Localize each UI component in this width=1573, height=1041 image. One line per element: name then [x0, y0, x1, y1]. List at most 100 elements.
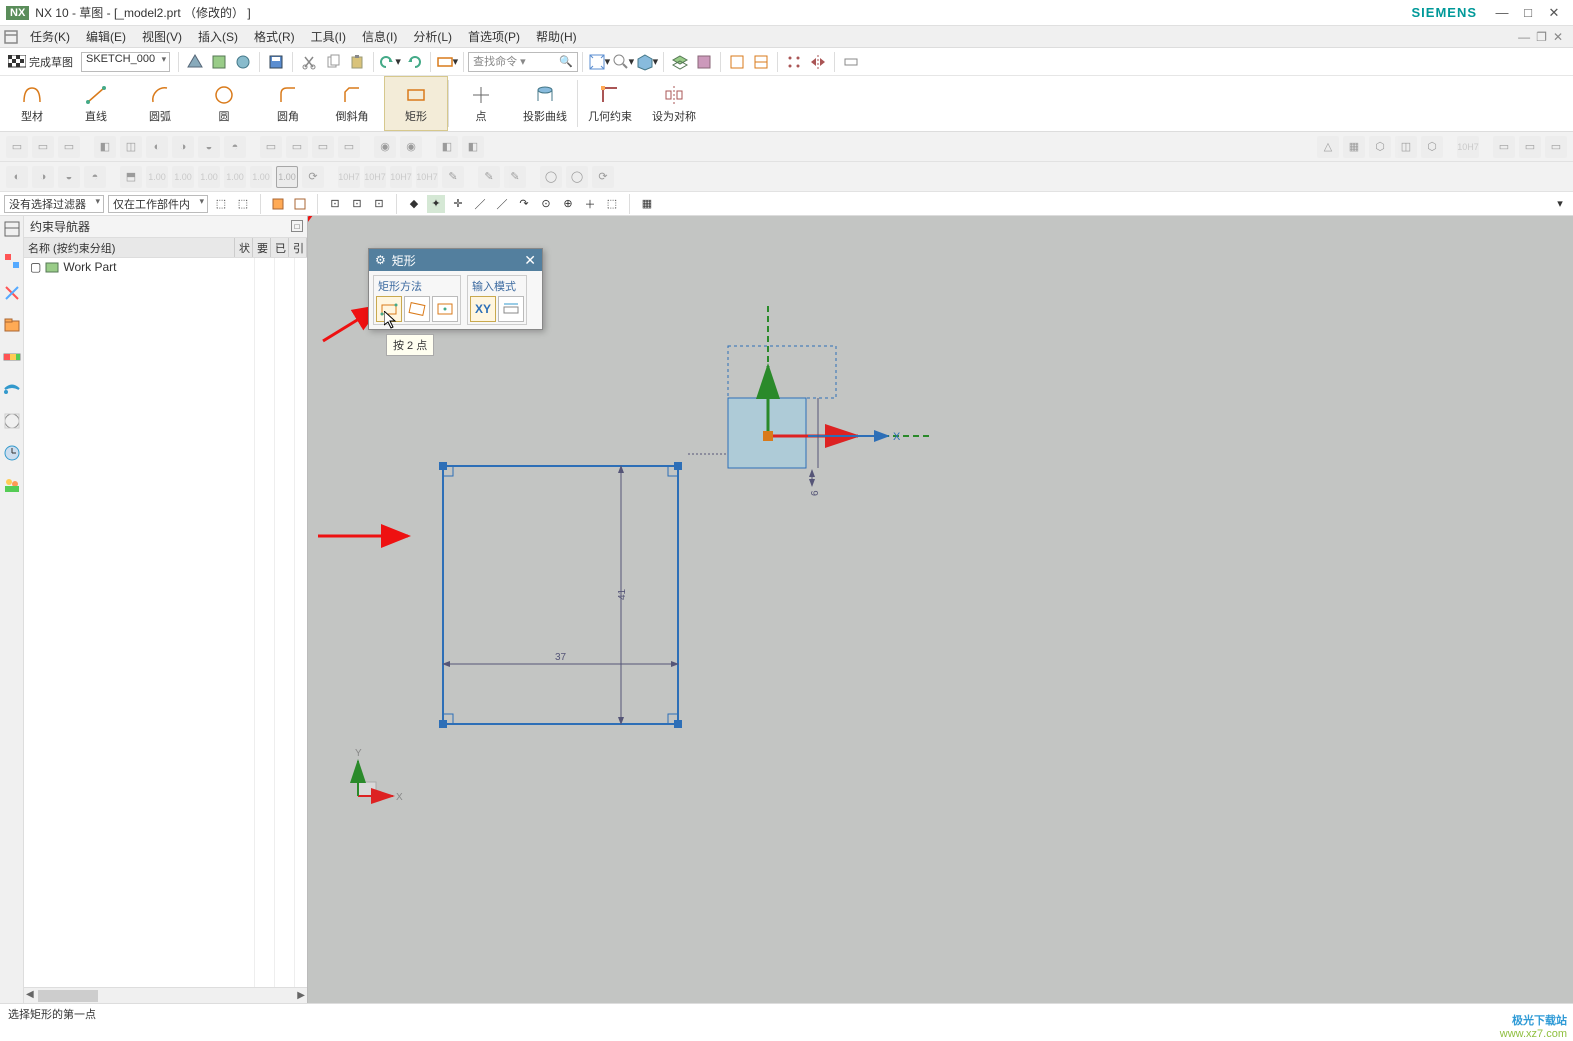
- svg-text:X: X: [893, 431, 901, 443]
- menu-edit[interactable]: 编辑(E): [78, 28, 134, 45]
- tree-root-label: Work Part: [63, 260, 116, 274]
- collapse-icon[interactable]: ▢: [30, 260, 41, 274]
- ribbon-circle[interactable]: 圆: [192, 76, 256, 131]
- navigator-toggle-icon[interactable]: [4, 30, 18, 44]
- snap-point-4[interactable]: ／: [471, 195, 489, 213]
- ribbon-rectangle[interactable]: 矩形: [384, 76, 448, 131]
- command-search-input[interactable]: 查找命令 🔍▾: [468, 52, 578, 72]
- history-icon[interactable]: [3, 412, 21, 430]
- roles-icon[interactable]: [3, 476, 21, 494]
- options-dropdown[interactable]: ▾: [1551, 195, 1569, 213]
- ribbon-point[interactable]: 点: [449, 76, 513, 131]
- disabled-toolbar-2: ◐◑◒◓ ⬒ 1.00 1.00 1.00 1.00 1.00 1.00 ⟳ 1…: [0, 162, 1573, 192]
- menu-view[interactable]: 视图(V): [134, 28, 190, 45]
- finish-sketch-button[interactable]: 完成草图: [4, 54, 77, 70]
- filter-btn-2[interactable]: ⬚: [234, 195, 252, 213]
- wcs-triad: X Y: [355, 748, 403, 803]
- time-icon[interactable]: [3, 444, 21, 462]
- more-button-1[interactable]: [750, 51, 772, 73]
- menu-analyze[interactable]: 分析(L): [405, 28, 460, 45]
- mdi-minimize-button[interactable]: —: [1518, 30, 1536, 44]
- orient-view-button[interactable]: [184, 51, 206, 73]
- snap-point-7[interactable]: ⊙: [537, 195, 555, 213]
- snap-point-2[interactable]: ✦: [427, 195, 445, 213]
- zoom-button[interactable]: ▾: [612, 51, 634, 73]
- col-req[interactable]: 要: [253, 238, 271, 257]
- save-button[interactable]: [265, 51, 287, 73]
- snap-point-5[interactable]: ／: [493, 195, 511, 213]
- ribbon-chamfer[interactable]: 倒斜角: [320, 76, 384, 131]
- rectangle-icon: [405, 84, 427, 106]
- ribbon-line[interactable]: 直线: [64, 76, 128, 131]
- snap-point-3[interactable]: ✛: [449, 195, 467, 213]
- tree-root-row[interactable]: ▢ Work Part: [24, 258, 307, 276]
- selection-filter-dropdown[interactable]: 没有选择过滤器: [4, 195, 104, 213]
- assembly-navigator-icon[interactable]: [3, 252, 21, 270]
- ribbon-geometric-constraint[interactable]: 几何约束: [578, 76, 642, 131]
- col-ref[interactable]: 引: [289, 238, 307, 257]
- mirror-button[interactable]: [807, 51, 829, 73]
- snap-point-10[interactable]: ⬚: [603, 195, 621, 213]
- menu-info[interactable]: 信息(I): [354, 28, 405, 45]
- col-status[interactable]: 状: [235, 238, 253, 257]
- snap-point-1[interactable]: ◆: [405, 195, 423, 213]
- sketch-svg: X 6: [308, 216, 1568, 1003]
- fit-view-button[interactable]: ▾: [588, 51, 610, 73]
- window-minimize-button[interactable]: —: [1489, 4, 1515, 22]
- sketch-rectangle[interactable]: [443, 466, 678, 724]
- selection-scope-dropdown[interactable]: 仅在工作部件内: [108, 195, 208, 213]
- filter-btn-1[interactable]: ⬚: [212, 195, 230, 213]
- ribbon-fillet[interactable]: 圆角: [256, 76, 320, 131]
- reattach-button[interactable]: [208, 51, 230, 73]
- internet-icon[interactable]: [3, 380, 21, 398]
- menu-insert[interactable]: 插入(S): [190, 28, 246, 45]
- hd3d-icon[interactable]: [3, 348, 21, 366]
- point-icon: [470, 84, 492, 106]
- snap-point-8[interactable]: ⊕: [559, 195, 577, 213]
- snap-point-9[interactable]: ＋: [581, 195, 599, 213]
- menu-help[interactable]: 帮助(H): [528, 28, 585, 45]
- navigator-tree[interactable]: ▢ Work Part: [24, 258, 307, 987]
- snap-point-6[interactable]: ↷: [515, 195, 533, 213]
- paste-button[interactable]: [346, 51, 368, 73]
- copy-button[interactable]: [322, 51, 344, 73]
- navigator-scrollbar[interactable]: ◀ ▶: [24, 987, 307, 1003]
- edit-section-button[interactable]: [726, 51, 748, 73]
- reuse-library-icon[interactable]: [3, 316, 21, 334]
- menu-prefs[interactable]: 首选项(P): [460, 28, 528, 45]
- search-icon: 🔍: [559, 55, 573, 68]
- clip-button[interactable]: [693, 51, 715, 73]
- cut-button[interactable]: [298, 51, 320, 73]
- sketch-name-dropdown[interactable]: SKETCH_000: [81, 52, 170, 72]
- graphics-canvas[interactable]: ⚙ 矩形 ✕ 矩形方法 输入模式 XY: [308, 216, 1573, 1003]
- line-icon: [85, 84, 107, 106]
- undo-button[interactable]: ▾: [379, 51, 401, 73]
- part-navigator-icon[interactable]: [3, 220, 21, 238]
- menu-task[interactable]: 任务(K): [22, 28, 78, 45]
- menu-tools[interactable]: 工具(I): [303, 28, 354, 45]
- pattern-button[interactable]: [783, 51, 805, 73]
- update-model-button[interactable]: [232, 51, 254, 73]
- navigator-header: 名称 (按约束分组) 状 要 已 引: [24, 238, 307, 258]
- grid-button[interactable]: ▦: [638, 195, 656, 213]
- shaded-button[interactable]: ▾: [636, 51, 658, 73]
- window-maximize-button[interactable]: □: [1515, 4, 1541, 22]
- col-name[interactable]: 名称 (按约束分组): [24, 238, 235, 257]
- mdi-close-button[interactable]: ✕: [1553, 30, 1569, 44]
- extra-button[interactable]: [840, 51, 862, 73]
- snap-btn-1[interactable]: [269, 195, 287, 213]
- mdi-restore-button[interactable]: ❐: [1536, 30, 1553, 44]
- ribbon-make-symmetric[interactable]: 设为对称: [642, 76, 706, 131]
- window-close-button[interactable]: ✕: [1541, 4, 1567, 22]
- ribbon-arc[interactable]: 圆弧: [128, 76, 192, 131]
- redo-button[interactable]: [403, 51, 425, 73]
- ribbon-profile[interactable]: 型材: [0, 76, 64, 131]
- ribbon-project-curve[interactable]: 投影曲线: [513, 76, 577, 131]
- snap-btn-2[interactable]: [291, 195, 309, 213]
- rectangle-tool-small-button[interactable]: ▾: [436, 51, 458, 73]
- col-done[interactable]: 已: [271, 238, 289, 257]
- constraint-navigator-icon[interactable]: [3, 284, 21, 302]
- navigator-pin-button[interactable]: □: [291, 220, 303, 232]
- layer-button[interactable]: [669, 51, 691, 73]
- menu-format[interactable]: 格式(R): [246, 28, 303, 45]
